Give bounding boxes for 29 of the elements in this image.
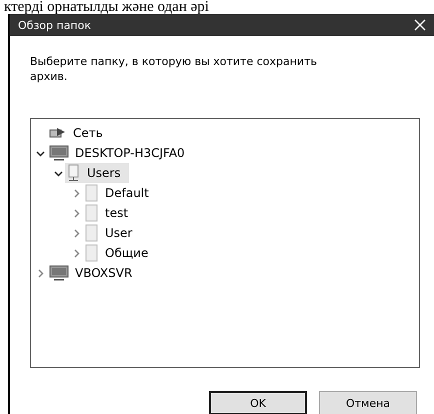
- chevron-down-icon[interactable]: [36, 148, 44, 158]
- chevron-right-icon[interactable]: [36, 268, 44, 278]
- tree-item[interactable]: User: [83, 223, 140, 243]
- dialog-button[interactable]: OK: [209, 391, 307, 414]
- chevron-right-icon[interactable]: [72, 208, 80, 218]
- chevron-right-icon[interactable]: [72, 228, 80, 238]
- folder-icon: [85, 204, 99, 222]
- chevron-right-icon[interactable]: [72, 188, 80, 198]
- instruction-text: Выберите папку, в которую вы хотите сохранить архив.: [30, 54, 318, 84]
- tree-item[interactable]: test: [83, 203, 136, 223]
- chevron-right-icon[interactable]: [72, 248, 80, 258]
- network-drive-icon: [67, 164, 81, 182]
- window-title: Обзор папок: [18, 18, 91, 32]
- tree-item[interactable]: DESKTOP-H3CJFA0: [47, 143, 193, 163]
- tree-item[interactable]: Общие: [83, 243, 156, 263]
- monitor-icon: [49, 265, 69, 281]
- monitor-icon: [49, 145, 69, 161]
- dialog-button[interactable]: Отмена: [319, 391, 417, 414]
- folder-icon: [85, 224, 99, 242]
- chevron-down-icon[interactable]: [54, 168, 62, 178]
- tree-item[interactable]: VBOXSVR: [47, 263, 140, 283]
- tree-item[interactable]: Default: [83, 183, 157, 203]
- document-text: ктерді орнатылды және одан әрі: [3, 0, 210, 14]
- folder-icon: [85, 184, 99, 202]
- folder-icon: [85, 244, 99, 262]
- tree-item[interactable]: Сеть: [47, 123, 111, 143]
- network-icon: [49, 126, 67, 140]
- tree-item[interactable]: Users: [65, 163, 129, 183]
- close-button[interactable]: [412, 17, 428, 33]
